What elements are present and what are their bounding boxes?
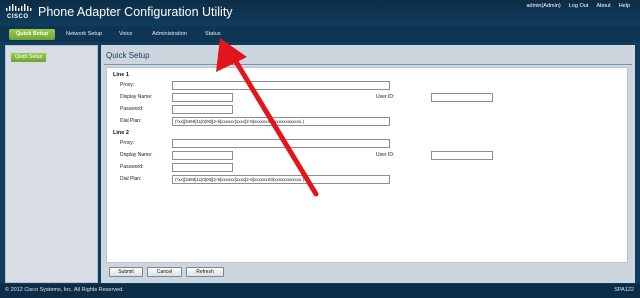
line1-dial-plan-label: Dial Plan: [120,118,142,124]
line2-proxy-input[interactable] [172,139,390,148]
line1-display-name-label: Display Name: [120,94,153,100]
tab-administration[interactable]: Administration [152,29,187,40]
tab-network-setup[interactable]: Network Setup [66,29,102,40]
tab-quick-setup[interactable]: Quick Setup [9,29,56,40]
top-links: admin(Admin) Log Out About Help [527,3,631,9]
cancel-button[interactable]: Cancel [147,267,182,277]
main-content: Quick Setup Line 1 Proxy: Display Name: … [101,45,635,283]
line2-display-name-label: Display Name: [120,152,153,158]
line2-title: Line 2 [113,130,129,136]
line1-password-input[interactable] [172,105,233,114]
page-title: Quick Setup [106,51,150,60]
line2-password-input[interactable] [172,163,233,172]
logout-link[interactable]: Log Out [569,3,589,9]
cisco-logo-icon: CISCO [6,4,32,20]
line1-title: Line 1 [113,72,129,78]
line2-password-label: Password: [120,164,144,170]
line2-user-id-input[interactable] [431,151,493,160]
quick-setup-panel: Line 1 Proxy: Display Name: User ID: Pas… [106,67,628,263]
line2-dial-plan-input[interactable]: (*xx|[3469]11|0|00|[2-9]xxxxxx|1xxx[2-9]… [172,175,390,184]
line1-dial-plan-input[interactable]: (*xx|[3469]11|0|00|[2-9]xxxxxx|1xxx[2-9]… [172,117,390,126]
line1-display-name-input[interactable] [172,93,233,102]
line2-dial-plan-label: Dial Plan: [120,176,142,182]
submit-button[interactable]: Submit [109,267,143,277]
line1-proxy-input[interactable] [172,81,390,90]
line1-user-id-label: User ID: [376,94,395,100]
model-text: SPA122 [614,287,634,293]
help-link[interactable]: Help [619,3,630,9]
copyright-text: © 2012 Cisco Systems, Inc. All Rights Re… [5,287,124,293]
line2-user-id-label: User ID: [376,152,395,158]
sidebar-item-quick-setup[interactable]: Quick Setup [11,53,47,62]
line1-password-label: Password: [120,106,144,112]
app-title: Phone Adapter Configuration Utility [38,5,233,19]
line1-proxy-label: Proxy: [120,82,135,88]
refresh-button[interactable]: Refresh [186,267,224,277]
tab-voice[interactable]: Voice [119,29,132,40]
line1-user-id-input[interactable] [431,93,493,102]
logo-text: CISCO [7,14,29,20]
tab-status[interactable]: Status [205,29,221,40]
line2-display-name-input[interactable] [172,151,233,160]
footer: © 2012 Cisco Systems, Inc. All Rights Re… [0,284,640,298]
user-link[interactable]: admin(Admin) [527,3,561,9]
header: CISCO Phone Adapter Configuration Utilit… [0,0,640,42]
title-divider [104,64,632,65]
about-link[interactable]: About [596,3,610,9]
line2-proxy-label: Proxy: [120,140,135,146]
sidebar: Quick Setup [5,45,98,283]
main-nav: Quick Setup Network Setup Voice Administ… [0,26,640,42]
